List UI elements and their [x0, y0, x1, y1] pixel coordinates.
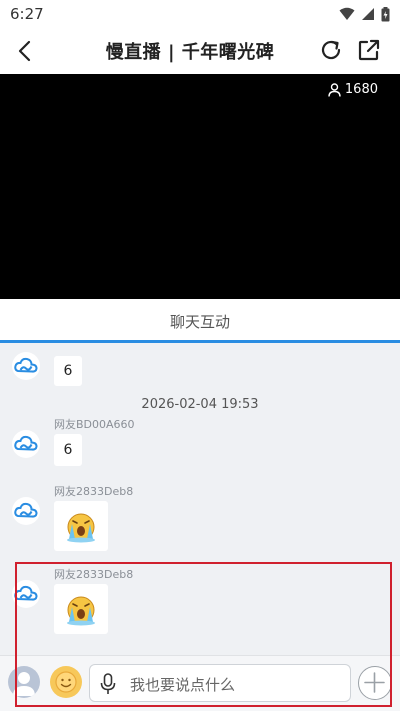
message-bubble: 6 — [54, 356, 82, 386]
message-username: 网友BD00A660 — [54, 418, 135, 431]
app-bar: 慢直播 | 千年曙光碑 — [0, 28, 400, 74]
avatar — [12, 497, 40, 525]
video-player[interactable]: 1680 — [0, 74, 400, 299]
avatar — [12, 430, 40, 458]
cloud-logo-icon — [14, 357, 38, 373]
signal-icon — [362, 8, 374, 20]
viewer-count-value: 1680 — [344, 82, 378, 97]
chat-list[interactable]: 6 2026-02-04 19:53 网友BD00A660 6 网友2833De… — [0, 343, 400, 655]
cloud-logo-icon — [14, 435, 38, 451]
avatar — [12, 580, 40, 608]
refresh-icon — [321, 40, 341, 60]
back-button[interactable] — [12, 37, 40, 65]
tab-bar: 聊天互动 — [0, 299, 400, 343]
avatar — [12, 352, 40, 380]
battery-icon — [381, 6, 390, 21]
microphone-icon[interactable] — [98, 673, 118, 695]
input-bar: 我也要说点什么 — [0, 655, 400, 711]
message-username: 网友2833Deb8 — [54, 485, 134, 498]
message-timestamp: 2026-02-04 19:53 — [141, 397, 259, 412]
message-input[interactable]: 我也要说点什么 — [89, 664, 351, 702]
status-bar: 6:27 — [0, 0, 400, 28]
viewer-count: 1680 — [328, 82, 378, 97]
add-button[interactable] — [358, 666, 392, 700]
cloud-logo-icon — [14, 502, 38, 518]
user-avatar[interactable] — [8, 666, 40, 698]
crying-face-sticker — [67, 513, 95, 543]
plus-icon — [364, 672, 385, 693]
message-bubble — [54, 501, 108, 551]
message-input-placeholder: 我也要说点什么 — [130, 676, 236, 694]
message-bubble: 6 — [54, 434, 82, 466]
page-title: 慢直播 | 千年曙光碑 — [105, 42, 275, 63]
emoji-button[interactable] — [50, 666, 82, 698]
person-icon — [328, 82, 341, 97]
share-icon — [358, 39, 380, 61]
refresh-button[interactable] — [318, 37, 344, 63]
status-icons — [339, 6, 390, 22]
share-button[interactable] — [356, 37, 382, 63]
user-silhouette-icon — [13, 672, 35, 696]
wifi-icon — [339, 7, 355, 20]
smiley-icon — [55, 671, 77, 693]
back-arrow-icon — [18, 40, 31, 62]
message-username: 网友2833Deb8 — [54, 568, 134, 581]
tab-chat[interactable]: 聊天互动 — [0, 311, 400, 332]
crying-face-sticker — [67, 596, 95, 626]
message-bubble — [54, 584, 108, 634]
cloud-logo-icon — [14, 585, 38, 601]
status-time: 6:27 — [10, 5, 44, 23]
